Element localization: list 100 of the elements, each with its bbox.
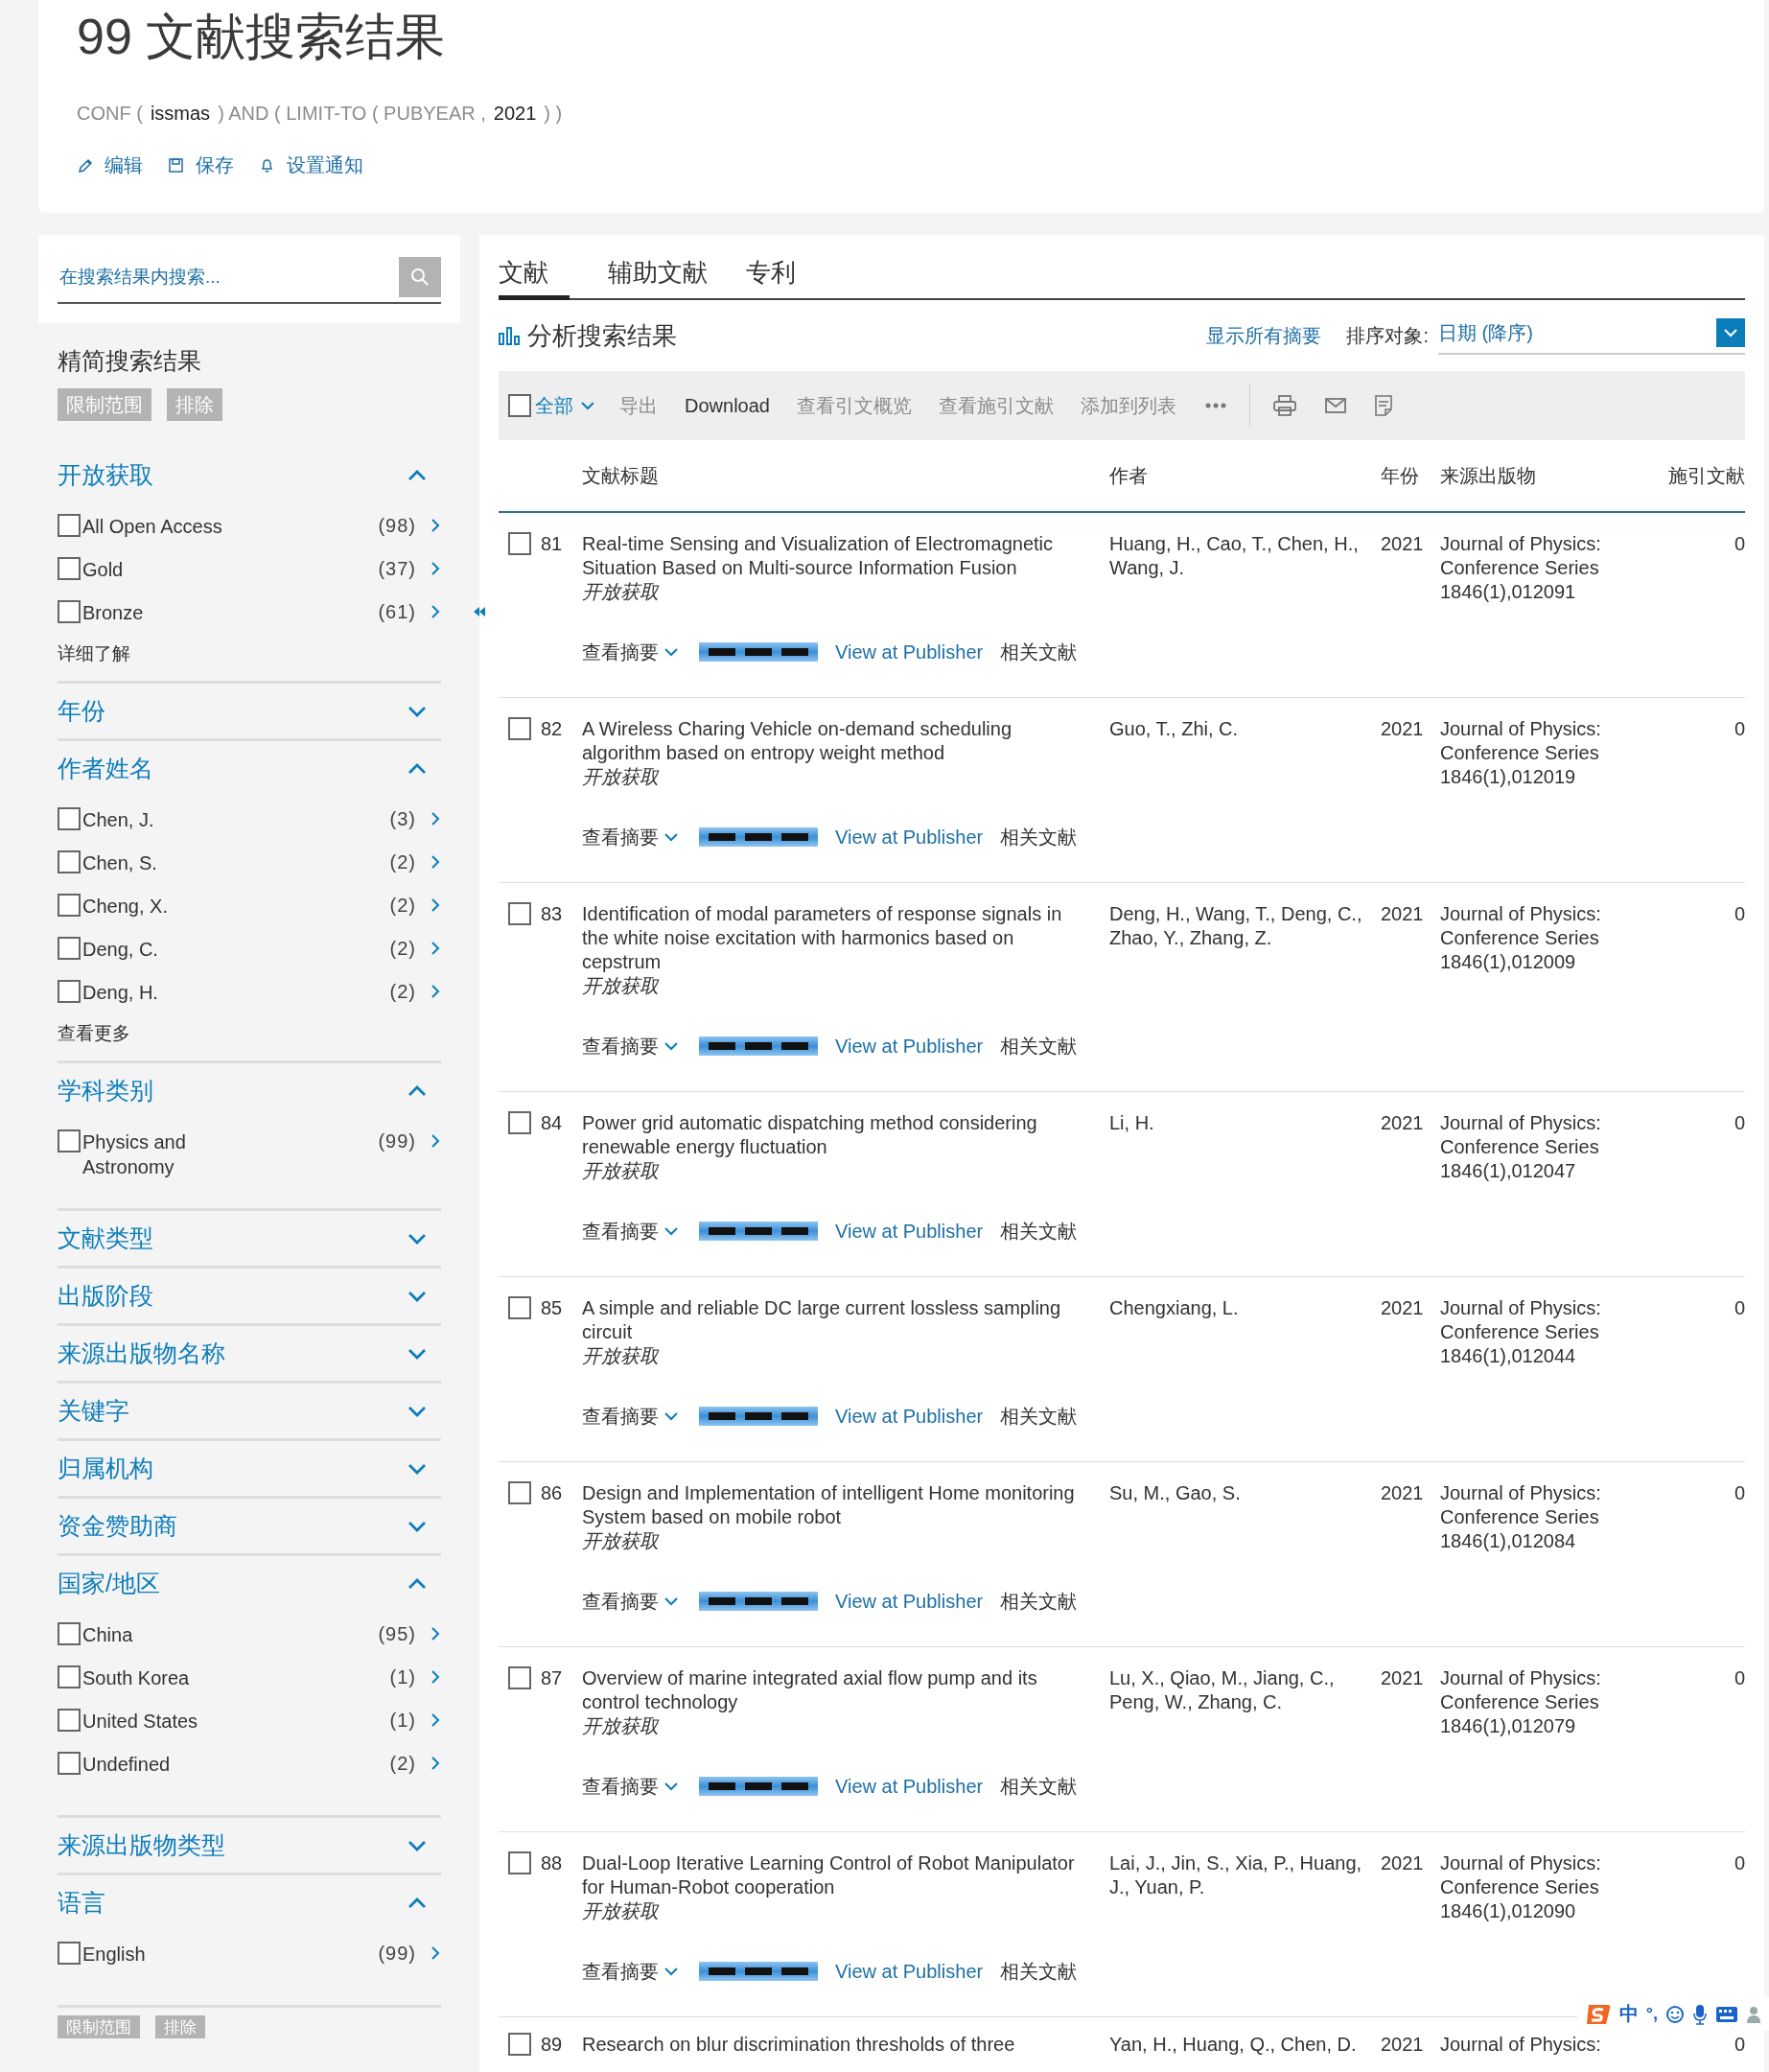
facet-heading[interactable]: 归属机构 [58,1453,153,1484]
header-action-link[interactable]: 设置通知 [259,152,363,178]
view-abstract-link[interactable]: 查看摘要 [582,1589,678,1614]
related-documents-link[interactable]: 相关文献 [1000,1589,1078,1614]
analyze-results-link[interactable]: 分析搜索结果 [499,318,677,353]
select-all-checkbox[interactable] [508,394,531,417]
person-icon[interactable] [1746,2004,1761,2024]
view-at-publisher-link[interactable]: View at Publisher [835,1774,984,1799]
facet-heading[interactable]: 年份 [58,695,105,727]
link-resolver-logo[interactable] [699,1222,818,1241]
checkbox[interactable] [58,850,81,873]
checkbox[interactable] [58,807,81,830]
link-resolver-logo[interactable] [699,1407,818,1426]
checkbox[interactable] [58,514,81,537]
tab[interactable]: 辅助文献 [608,256,708,300]
chevron-right-icon[interactable] [430,562,441,575]
checkbox[interactable] [58,1752,81,1775]
chevron-right-icon[interactable] [430,1713,441,1727]
keyboard-icon[interactable] [1715,2005,1738,2023]
header-action-link[interactable]: 保存 [168,152,234,178]
chevron-right-icon[interactable] [430,942,441,955]
view-abstract-link[interactable]: 查看摘要 [582,825,678,850]
document-title-link[interactable]: A Wireless Charing Vehicle on-demand scheduling algorithm based on entropy weight method [582,717,1088,765]
chevron-right-icon[interactable] [430,985,441,998]
view-abstract-link[interactable]: 查看摘要 [582,1219,678,1244]
document-title-link[interactable]: Design and Implementation of intelligent Home monitoring System based on mobile robot [582,1481,1088,1529]
search-field[interactable]: 在搜索结果内搜索... [58,266,399,289]
row-checkbox[interactable] [508,1296,531,1319]
print-icon[interactable] [1272,395,1296,416]
related-documents-link[interactable]: 相关文献 [1000,1959,1078,1984]
chevron-right-icon[interactable] [430,605,441,618]
document-title-link[interactable]: Power grid automatic dispatching method considering renewable energy fluctuation [582,1111,1088,1159]
document-title-link[interactable]: Research on blur discrimination thresholds of three [582,2033,1088,2057]
facet-heading[interactable]: 来源出版物类型 [58,1829,225,1861]
column-header[interactable]: 作者 [1109,462,1381,489]
related-documents-link[interactable]: 相关文献 [1000,640,1078,664]
checkbox[interactable] [58,894,81,917]
facet-heading[interactable]: 学科类别 [58,1075,153,1106]
facet-heading[interactable]: 资金赞助商 [58,1510,177,1542]
row-checkbox[interactable] [508,1111,531,1134]
related-documents-link[interactable]: 相关文献 [1000,825,1078,850]
collapse-panel-icon[interactable] [473,604,486,619]
smiley-icon[interactable] [1665,2004,1685,2024]
view-at-publisher-link[interactable]: View at Publisher [835,640,984,664]
link-resolver-logo[interactable] [699,1962,818,1981]
facet-heading[interactable]: 国家/地区 [58,1568,160,1599]
related-documents-link[interactable]: 相关文献 [1000,1404,1078,1429]
chevron-right-icon[interactable] [430,1134,441,1148]
view-at-publisher-link[interactable]: View at Publisher [835,825,984,850]
related-documents-link[interactable]: 相关文献 [1000,1034,1078,1059]
facet-heading[interactable]: 来源出版物名称 [58,1338,225,1369]
more-link[interactable]: 详细了解 [58,635,441,673]
link-resolver-logo[interactable] [699,1036,818,1056]
view-at-publisher-link[interactable]: View at Publisher [835,1589,984,1614]
facet-heading[interactable]: 关键字 [58,1395,129,1427]
view-abstract-link[interactable]: 查看摘要 [582,640,678,664]
document-title-link[interactable]: Identification of modal parameters of response signals in the white noise excitation with harmonics based on cepstrum [582,902,1088,974]
checkbox[interactable] [58,1942,81,1965]
chevron-right-icon[interactable] [430,898,441,912]
column-header[interactable]: 来源出版物 [1440,462,1668,489]
facet-heading[interactable]: 出版阶段 [58,1280,153,1312]
more-options-icon[interactable] [1204,403,1226,408]
link-resolver-logo[interactable] [699,1777,818,1796]
row-checkbox[interactable] [508,1851,531,1874]
facet-heading[interactable]: 作者姓名 [58,753,153,784]
facet-heading[interactable]: 开放获取 [58,459,153,491]
tab[interactable]: 专利 [746,256,796,300]
row-checkbox[interactable] [508,902,531,925]
view-abstract-link[interactable]: 查看摘要 [582,1959,678,1984]
checkbox[interactable] [58,1665,81,1688]
column-header[interactable]: 年份 [1381,462,1440,489]
row-checkbox[interactable] [508,1666,531,1689]
document-title-link[interactable]: A simple and reliable DC large current lossless sampling circuit [582,1296,1088,1344]
chevron-right-icon[interactable] [430,519,441,532]
select-all-dropdown[interactable]: 全部 [535,392,594,419]
view-at-publisher-link[interactable]: View at Publisher [835,1034,984,1059]
header-action-link[interactable]: 编辑 [77,152,143,178]
document-title-link[interactable]: Overview of marine integrated axial flow pump and its control technology [582,1666,1088,1714]
chevron-right-icon[interactable] [430,1670,441,1684]
document-title-link[interactable]: Dual-Loop Iterative Learning Control of Robot Manipulator for Human-Robot cooperation [582,1851,1088,1899]
tab[interactable]: 文献 [499,256,570,300]
sort-dropdown[interactable]: 日期 (降序) [1438,316,1745,355]
row-checkbox[interactable] [508,717,531,740]
facet-heading[interactable]: 文献类型 [58,1222,153,1254]
checkbox[interactable] [58,1622,81,1645]
link-resolver-logo[interactable] [699,642,818,662]
chevron-right-icon[interactable] [430,812,441,826]
view-at-publisher-link[interactable]: View at Publisher [835,1219,984,1244]
chevron-right-icon[interactable] [430,1946,441,1960]
view-abstract-link[interactable]: 查看摘要 [582,1774,678,1799]
row-checkbox[interactable] [508,1481,531,1504]
view-at-publisher-link[interactable]: View at Publisher [835,1959,984,1984]
column-header[interactable]: 文献标题 [582,462,1109,489]
microphone-icon[interactable] [1692,2003,1708,2025]
checkbox[interactable] [58,600,81,623]
pdf-document-icon[interactable] [1374,395,1392,416]
link-resolver-logo[interactable] [699,827,818,847]
punctuation-toggle[interactable]: °, [1645,2004,1658,2024]
row-checkbox[interactable] [508,532,531,555]
envelope-icon[interactable] [1324,398,1346,413]
